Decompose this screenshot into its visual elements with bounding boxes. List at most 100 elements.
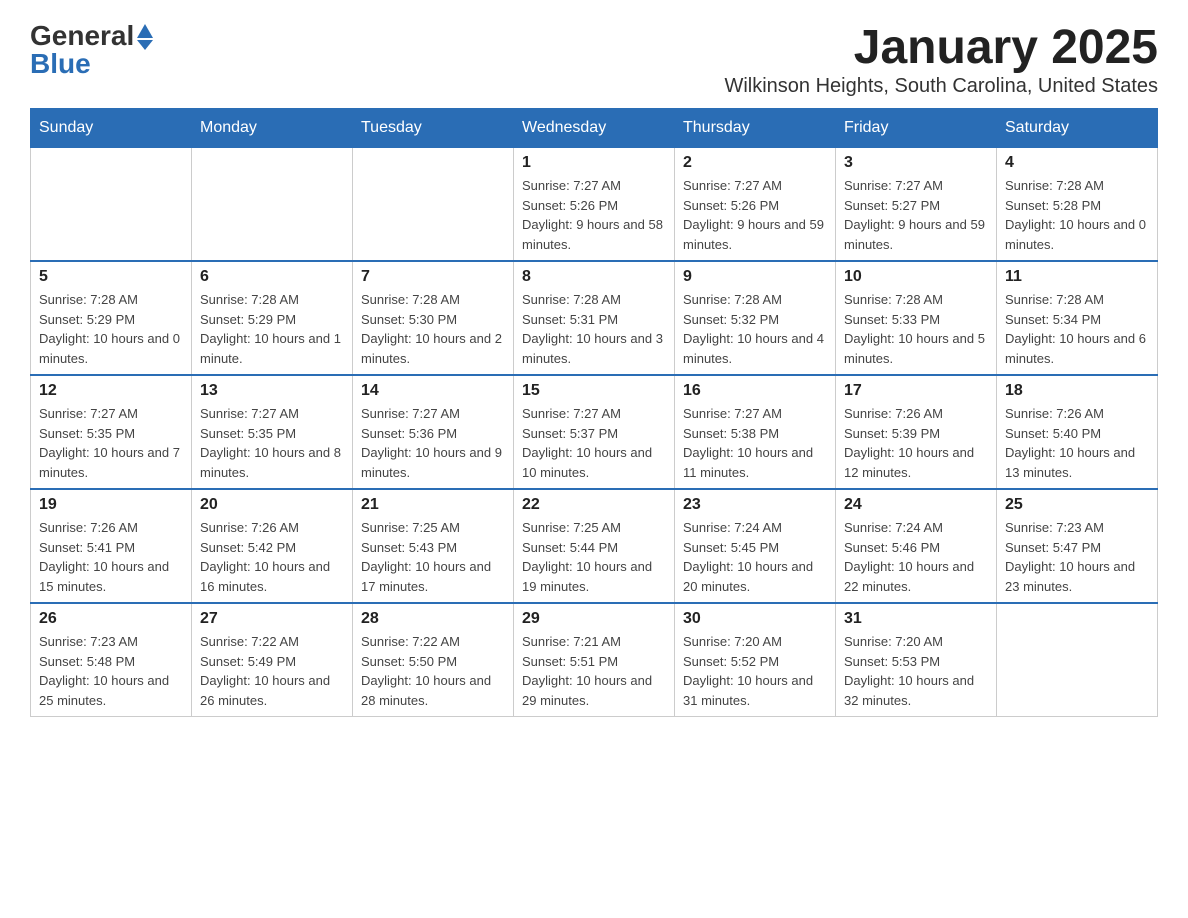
day-number: 22	[522, 496, 666, 514]
day-info: Sunrise: 7:22 AM Sunset: 5:49 PM Dayligh…	[200, 632, 344, 710]
calendar-cell: 2Sunrise: 7:27 AM Sunset: 5:26 PM Daylig…	[675, 148, 836, 262]
day-number: 19	[39, 496, 183, 514]
day-number: 27	[200, 610, 344, 628]
calendar-cell: 1 Sunrise: 7:27 AM Sunset: 5:26 PM Daylig…	[514, 148, 675, 262]
day-number: 3	[844, 154, 988, 172]
calendar-cell: 20Sunrise: 7:26 AM Sunset: 5:42 PM Dayli…	[192, 489, 353, 603]
day-info: Sunrise: 7:27 AM Sunset: 5:26 PM Dayligh…	[522, 176, 666, 254]
calendar-cell: 16 Sunrise: 7:27 AM Sunset: 5:38 PM Dayli…	[675, 375, 836, 489]
day-info: Sunrise: 7:28 AM Sunset: 5:33 PM Dayligh…	[844, 290, 988, 368]
calendar-cell: 3 Sunrise: 7:27 AM Sunset: 5:27 PM Daylig…	[836, 148, 997, 262]
day-number: 13	[200, 382, 344, 400]
day-info: Sunrise: 7:28 AM Sunset: 5:29 PM Dayligh…	[39, 290, 183, 368]
day-number: 12	[39, 382, 183, 400]
calendar-cell: 31 Sunrise: 7:20 AM Sunset: 5:53 PM Dayli…	[836, 603, 997, 717]
calendar-cell	[192, 148, 353, 262]
day-number: 20	[200, 496, 344, 514]
day-number: 21	[361, 496, 505, 514]
day-info: Sunrise: 7:27 AM Sunset: 5:26 PM Dayligh…	[683, 176, 827, 254]
calendar-cell: 4Sunrise: 7:28 AM Sunset: 5:28 PM Daylig…	[997, 148, 1158, 262]
day-info: Sunrise: 7:25 AM Sunset: 5:43 PM Dayligh…	[361, 518, 505, 596]
calendar-cell: 25 Sunrise: 7:23 AM Sunset: 5:47 PM Dayli…	[997, 489, 1158, 603]
calendar-cell: 21 Sunrise: 7:25 AM Sunset: 5:43 PM Dayli…	[353, 489, 514, 603]
day-number: 5	[39, 268, 183, 286]
day-number: 30	[683, 610, 827, 628]
day-info: Sunrise: 7:25 AM Sunset: 5:44 PM Dayligh…	[522, 518, 666, 596]
calendar-cell: 14 Sunrise: 7:27 AM Sunset: 5:36 PM Dayli…	[353, 375, 514, 489]
calendar-cell: 13 Sunrise: 7:27 AM Sunset: 5:35 PM Dayli…	[192, 375, 353, 489]
calendar-cell: 28Sunrise: 7:22 AM Sunset: 5:50 PM Dayli…	[353, 603, 514, 717]
calendar-cell	[353, 148, 514, 262]
day-number: 11	[1005, 268, 1149, 286]
calendar-cell: 6 Sunrise: 7:28 AM Sunset: 5:29 PM Daylig…	[192, 261, 353, 375]
day-info: Sunrise: 7:27 AM Sunset: 5:36 PM Dayligh…	[361, 404, 505, 482]
column-header-friday: Friday	[836, 109, 997, 148]
day-number: 4	[1005, 154, 1149, 172]
calendar-cell: 9Sunrise: 7:28 AM Sunset: 5:32 PM Daylig…	[675, 261, 836, 375]
calendar-cell: 12Sunrise: 7:27 AM Sunset: 5:35 PM Dayli…	[31, 375, 192, 489]
day-info: Sunrise: 7:27 AM Sunset: 5:27 PM Dayligh…	[844, 176, 988, 254]
column-header-thursday: Thursday	[675, 109, 836, 148]
calendar-cell: 18Sunrise: 7:26 AM Sunset: 5:40 PM Dayli…	[997, 375, 1158, 489]
day-number: 8	[522, 268, 666, 286]
calendar-cell: 26 Sunrise: 7:23 AM Sunset: 5:48 PM Dayli…	[31, 603, 192, 717]
page-header: General Blue January 2025 Wilkinson Heig…	[30, 20, 1158, 98]
day-number: 29	[522, 610, 666, 628]
day-number: 16	[683, 382, 827, 400]
title-section: January 2025 Wilkinson Heights, South Ca…	[724, 20, 1158, 98]
day-info: Sunrise: 7:26 AM Sunset: 5:39 PM Dayligh…	[844, 404, 988, 482]
calendar-week-row: 19 Sunrise: 7:26 AM Sunset: 5:41 PM Dayli…	[31, 489, 1158, 603]
day-number: 6	[200, 268, 344, 286]
calendar-cell: 15 Sunrise: 7:27 AM Sunset: 5:37 PM Dayli…	[514, 375, 675, 489]
subtitle: Wilkinson Heights, South Carolina, Unite…	[724, 75, 1158, 98]
calendar-cell: 23 Sunrise: 7:24 AM Sunset: 5:45 PM Dayli…	[675, 489, 836, 603]
column-header-tuesday: Tuesday	[353, 109, 514, 148]
day-number: 26	[39, 610, 183, 628]
day-info: Sunrise: 7:27 AM Sunset: 5:38 PM Dayligh…	[683, 404, 827, 482]
day-info: Sunrise: 7:26 AM Sunset: 5:41 PM Dayligh…	[39, 518, 183, 596]
calendar-cell: 22 Sunrise: 7:25 AM Sunset: 5:44 PM Dayli…	[514, 489, 675, 603]
day-info: Sunrise: 7:28 AM Sunset: 5:34 PM Dayligh…	[1005, 290, 1149, 368]
day-info: Sunrise: 7:23 AM Sunset: 5:47 PM Dayligh…	[1005, 518, 1149, 596]
day-info: Sunrise: 7:24 AM Sunset: 5:46 PM Dayligh…	[844, 518, 988, 596]
day-number: 9	[683, 268, 827, 286]
day-info: Sunrise: 7:27 AM Sunset: 5:35 PM Dayligh…	[200, 404, 344, 482]
calendar-table: SundayMondayTuesdayWednesdayThursdayFrid…	[30, 108, 1158, 717]
calendar-cell: 19 Sunrise: 7:26 AM Sunset: 5:41 PM Dayli…	[31, 489, 192, 603]
day-number: 7	[361, 268, 505, 286]
day-info: Sunrise: 7:28 AM Sunset: 5:29 PM Dayligh…	[200, 290, 344, 368]
column-header-saturday: Saturday	[997, 109, 1158, 148]
day-number: 28	[361, 610, 505, 628]
logo-blue-text: Blue	[30, 48, 91, 80]
day-number: 23	[683, 496, 827, 514]
calendar-week-row: 12 Sunrise: 7:27 AM Sunset: 5:35 PM Dayli…	[31, 375, 1158, 489]
day-info: Sunrise: 7:28 AM Sunset: 5:31 PM Dayligh…	[522, 290, 666, 368]
day-number: 31	[844, 610, 988, 628]
day-info: Sunrise: 7:27 AM Sunset: 5:37 PM Dayligh…	[522, 404, 666, 482]
day-info: Sunrise: 7:23 AM Sunset: 5:48 PM Dayligh…	[39, 632, 183, 710]
day-info: Sunrise: 7:28 AM Sunset: 5:30 PM Dayligh…	[361, 290, 505, 368]
calendar-week-row: 1 Sunrise: 7:27 AM Sunset: 5:26 PM Daylig…	[31, 148, 1158, 262]
calendar-cell: 27 Sunrise: 7:22 AM Sunset: 5:49 PM Dayli…	[192, 603, 353, 717]
day-number: 24	[844, 496, 988, 514]
day-number: 15	[522, 382, 666, 400]
calendar-cell: 17 Sunrise: 7:26 AM Sunset: 5:39 PM Dayli…	[836, 375, 997, 489]
day-info: Sunrise: 7:20 AM Sunset: 5:53 PM Dayligh…	[844, 632, 988, 710]
day-number: 1	[522, 154, 666, 172]
column-header-monday: Monday	[192, 109, 353, 148]
calendar-week-row: 5 Sunrise: 7:28 AM Sunset: 5:29 PM Daylig…	[31, 261, 1158, 375]
day-info: Sunrise: 7:20 AM Sunset: 5:52 PM Dayligh…	[683, 632, 827, 710]
day-info: Sunrise: 7:24 AM Sunset: 5:45 PM Dayligh…	[683, 518, 827, 596]
day-number: 10	[844, 268, 988, 286]
calendar-cell: 24 Sunrise: 7:24 AM Sunset: 5:46 PM Dayli…	[836, 489, 997, 603]
day-info: Sunrise: 7:26 AM Sunset: 5:40 PM Dayligh…	[1005, 404, 1149, 482]
day-number: 17	[844, 382, 988, 400]
day-number: 25	[1005, 496, 1149, 514]
column-header-wednesday: Wednesday	[514, 109, 675, 148]
main-title: January 2025	[724, 20, 1158, 75]
calendar-cell: 29Sunrise: 7:21 AM Sunset: 5:51 PM Dayli…	[514, 603, 675, 717]
calendar-cell	[997, 603, 1158, 717]
logo: General Blue	[30, 20, 153, 80]
day-number: 14	[361, 382, 505, 400]
calendar-cell: 7 Sunrise: 7:28 AM Sunset: 5:30 PM Daylig…	[353, 261, 514, 375]
